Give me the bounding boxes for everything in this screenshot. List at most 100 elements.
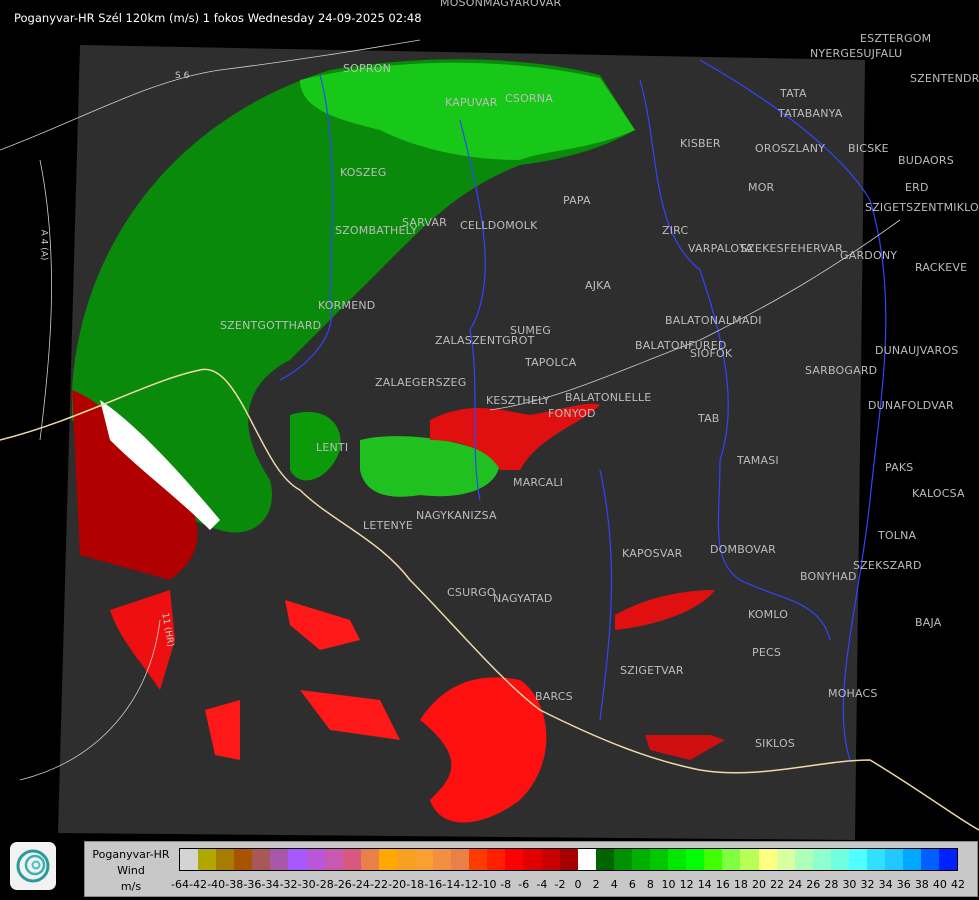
legend-tick-label: 24 (788, 878, 803, 891)
legend-tick-label: 40 (932, 878, 947, 891)
city-label: LENTI (316, 441, 349, 454)
city-label: KESZTHELY (486, 394, 550, 407)
legend-swatch (396, 849, 416, 870)
city-label: SZEKESFEHERVAR (740, 242, 843, 255)
legend-swatches (179, 848, 959, 871)
legend-swatch (234, 849, 253, 870)
legend-tick-label: 34 (878, 878, 893, 891)
legend-swatch (776, 849, 795, 870)
legend-swatch (270, 849, 289, 870)
color-legend: Poganyvar-HR Wind m/s -64 -42 -40 -38 -36 -34… (84, 841, 978, 897)
city-label: SZENTGOTTHARD (220, 319, 322, 332)
logo (10, 842, 56, 890)
legend-swatch (252, 849, 271, 870)
legend-tick-label: 26 (806, 878, 821, 891)
legend-swatch (523, 849, 542, 870)
legend-swatch (415, 849, 434, 870)
radar-map (0, 39, 979, 840)
legend-tick-label: -2 (554, 878, 566, 891)
legend-tick-label: 0 (574, 878, 582, 891)
legend-tick-label: -22 (370, 878, 388, 891)
legend-swatch (866, 849, 886, 870)
city-label: ESZTERGOM (860, 32, 932, 45)
legend-quantity: Wind (117, 864, 145, 877)
city-label: BARCS (535, 690, 573, 703)
city-label: KOMLO (748, 608, 789, 621)
legend-swatch (939, 849, 958, 870)
legend-swatch (577, 849, 596, 870)
city-label: KAPOSVAR (622, 547, 683, 560)
city-label: DUNAUJVAROS (875, 344, 959, 357)
legend-swatch (740, 849, 759, 870)
city-label: GARDONY (840, 249, 898, 262)
legend-tick-label: -14 (442, 878, 461, 891)
legend-swatch (306, 849, 325, 870)
road-label: S 6 (175, 71, 190, 81)
legend-swatch (342, 849, 361, 870)
city-label: MOR (748, 181, 775, 194)
legend-swatch (631, 849, 651, 870)
legend-swatch (903, 849, 922, 870)
city-label: SOPRON (343, 62, 392, 75)
legend-swatch (487, 849, 506, 870)
legend-tick-label: -12 (460, 878, 479, 891)
legend-tick-label: -4 (536, 878, 548, 891)
city-label: TAPOLCA (525, 356, 577, 369)
legend-swatch (668, 849, 687, 870)
legend-swatch (433, 849, 452, 870)
city-label: KALOCSA (912, 487, 965, 500)
legend-swatch (921, 849, 940, 870)
city-label: OROSZLANY (755, 142, 826, 155)
city-label: RACKEVE (915, 261, 968, 274)
legend-tick-label: 10 (661, 878, 676, 891)
legend-swatch (830, 849, 849, 870)
city-label: KORMEND (318, 299, 376, 312)
city-label: SZIGETVAR (620, 664, 684, 677)
radar-viewer: Poganyvar-HR Szél 120km (m/s) 1 fokos We… (0, 0, 979, 900)
legend-tick-label: -40 (207, 878, 226, 891)
city-label: SZOMBATHELY (335, 224, 418, 237)
legend-swatch (758, 849, 777, 870)
city-label: BONYHAD (800, 570, 857, 583)
legend-tick-label: -20 (388, 878, 407, 891)
legend-swatch (216, 849, 235, 870)
legend-tick-label: 2 (592, 878, 600, 891)
city-label: SZENTENDRE (910, 72, 979, 85)
city-label: MOHACS (828, 687, 878, 700)
legend-swatch (885, 849, 904, 870)
city-label: DOMBOVAR (710, 543, 777, 556)
legend-tick-label: 28 (824, 878, 839, 891)
road-label: A 4 (A) (38, 229, 49, 261)
legend-swatch (469, 849, 488, 870)
legend-tick-label: -18 (406, 878, 425, 891)
legend-tick-label: -42 (189, 878, 208, 891)
legend-swatch (794, 849, 813, 870)
legend-tick-label: -16 (424, 878, 443, 891)
swirl-logo-icon (16, 849, 50, 883)
city-label: PECS (752, 646, 782, 659)
legend-station: Poganyvar-HR (92, 848, 170, 861)
city-label: DUNAFOLDVAR (868, 399, 954, 412)
legend-tick-label: -26 (333, 878, 352, 891)
city-label: TAMASI (737, 454, 779, 467)
city-label: BICSKE (848, 142, 889, 155)
legend-swatch (324, 849, 343, 870)
legend-tick-label: 22 (770, 878, 785, 891)
city-label: MARCALI (513, 476, 564, 489)
legend-tick-label: -24 (351, 878, 370, 891)
legend-tick-label: 32 (860, 878, 875, 891)
legend-swatch (595, 849, 614, 870)
city-label: ZIRC (662, 224, 689, 237)
city-label: CSURGO (447, 586, 496, 599)
city-label: MOSONMAGYAROVAR (440, 0, 562, 9)
legend-tick-label: 20 (751, 878, 766, 891)
legend-tick-label: -34 (261, 878, 280, 891)
radar-title: Poganyvar-HR Szél 120km (m/s) 1 fokos We… (14, 11, 422, 25)
legend-swatch (722, 849, 741, 870)
legend-tick-label: 42 (951, 878, 965, 891)
legend-swatch (451, 849, 470, 870)
legend-tick-label: -36 (243, 878, 262, 891)
legend-tick-label: 14 (697, 878, 712, 891)
legend-tick-label: -8 (500, 878, 512, 891)
legend-tick-label: 36 (896, 878, 911, 891)
